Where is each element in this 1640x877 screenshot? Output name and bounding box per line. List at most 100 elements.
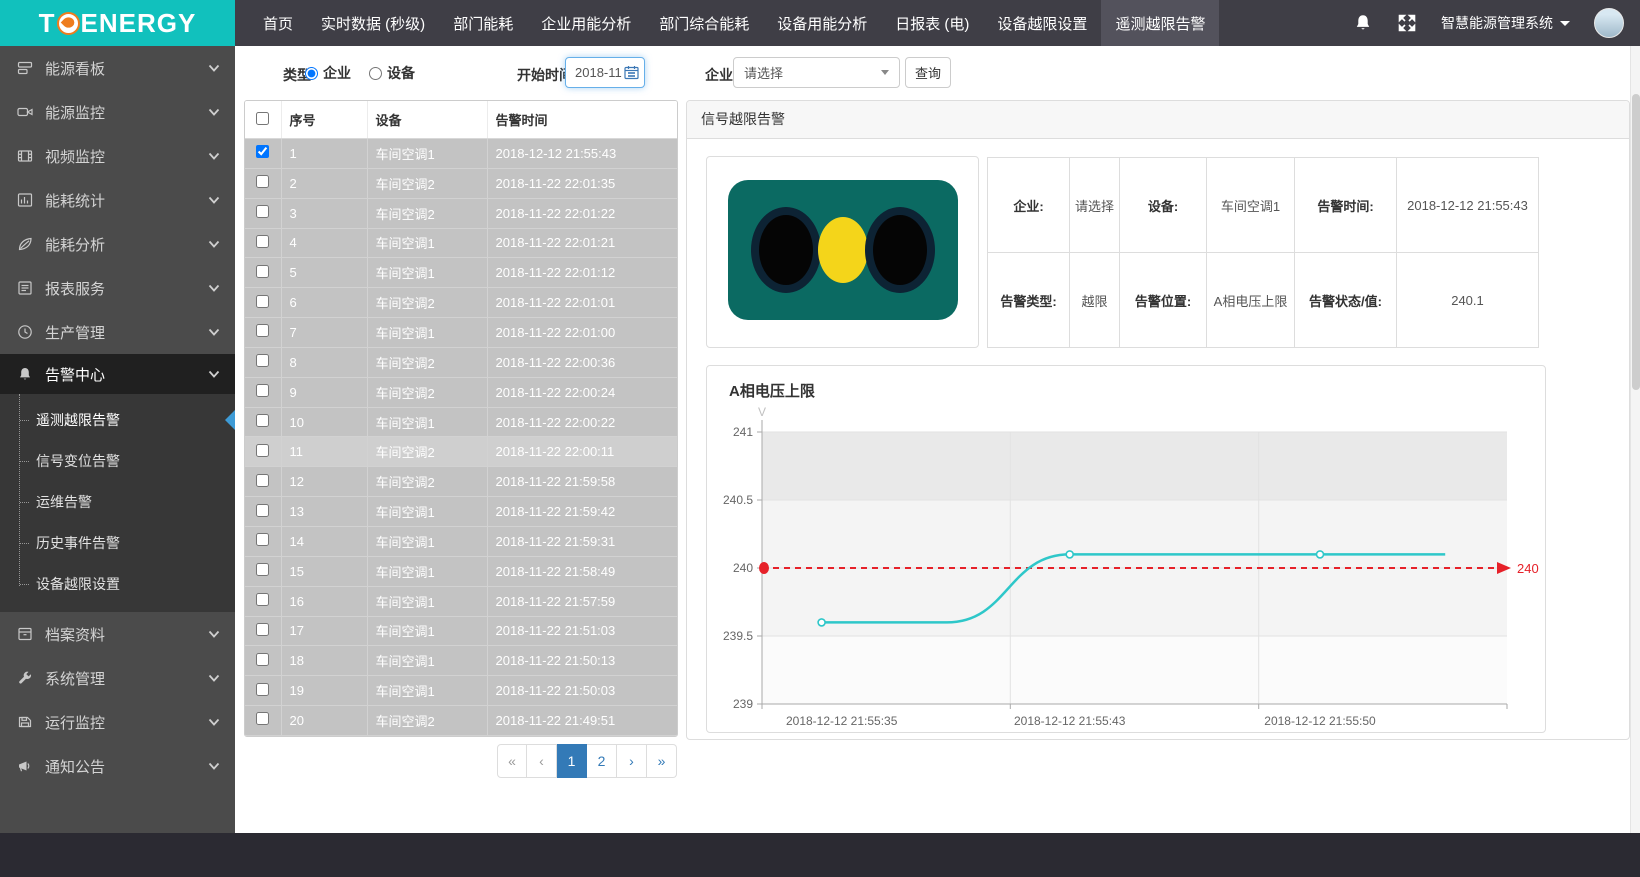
topnav-item-4[interactable]: 企业用能分析	[527, 0, 645, 46]
sidebar-item-2[interactable]: 能源监控	[0, 90, 235, 134]
info-value: 2018-12-12 21:55:43	[1397, 158, 1539, 253]
row-checkbox[interactable]	[256, 354, 269, 367]
row-checkbox[interactable]	[256, 414, 269, 427]
sidebar-item-10[interactable]: 系统管理	[0, 656, 235, 700]
type-radio-input-1[interactable]	[305, 67, 318, 80]
sidebar-subitem-2[interactable]: 信号变位告警	[0, 440, 235, 481]
table-row[interactable]: 15车间空调12018-11-22 21:58:49	[245, 556, 678, 586]
table-row[interactable]: 6车间空调22018-11-22 22:01:01	[245, 288, 678, 318]
topnav-item-5[interactable]: 部门综合能耗	[645, 0, 763, 46]
row-checkbox[interactable]	[256, 324, 269, 337]
table-row[interactable]: 2车间空调22018-11-22 22:01:35	[245, 168, 678, 198]
sidebar-subitem-4[interactable]: 历史事件告警	[0, 522, 235, 563]
page-button-6[interactable]: »	[647, 744, 677, 778]
topnav-item-1[interactable]: 首页	[249, 0, 307, 46]
table-row[interactable]: 14车间空调12018-11-22 21:59:31	[245, 526, 678, 556]
table-row[interactable]: 20车间空调22018-11-22 21:49:51	[245, 706, 678, 736]
table-row[interactable]: 13车间空调12018-11-22 21:59:42	[245, 497, 678, 527]
topnav-item-7[interactable]: 日报表 (电)	[881, 0, 983, 46]
row-checkbox[interactable]	[256, 533, 269, 546]
topnav-item-3[interactable]: 部门能耗	[439, 0, 527, 46]
clock-icon	[17, 324, 33, 340]
table-row[interactable]: 5车间空调12018-11-22 22:01:12	[245, 258, 678, 288]
system-name-menu[interactable]: 智慧能源管理系统	[1441, 13, 1570, 33]
sidebar-item-3[interactable]: 视频监控	[0, 134, 235, 178]
type-radio-2[interactable]: 设备	[369, 63, 415, 83]
row-checkbox[interactable]	[256, 265, 269, 278]
row-checkbox[interactable]	[256, 384, 269, 397]
row-checkbox[interactable]	[256, 712, 269, 725]
row-checkbox[interactable]	[256, 235, 269, 248]
row-checkbox[interactable]	[256, 295, 269, 308]
row-checkbox[interactable]	[256, 175, 269, 188]
info-label: 告警位置:	[1120, 253, 1207, 348]
select-all-checkbox[interactable]	[256, 112, 269, 125]
row-checkbox[interactable]	[256, 683, 269, 696]
topnav-item-2[interactable]: 实时数据 (秒级)	[307, 0, 439, 46]
table-row[interactable]: 3车间空调22018-11-22 22:01:22	[245, 198, 678, 228]
table-row[interactable]: 11车间空调22018-11-22 22:00:11	[245, 437, 678, 467]
cell-device: 车间空调2	[367, 347, 487, 377]
sidebar-item-11[interactable]: 运行监控	[0, 700, 235, 744]
table-row[interactable]: 1车间空调12018-12-12 21:55:43	[245, 139, 678, 169]
row-checkbox[interactable]	[256, 205, 269, 218]
sidebar-subitem-3[interactable]: 运维告警	[0, 481, 235, 522]
row-checkbox[interactable]	[256, 504, 269, 517]
sidebar-item-1[interactable]: 能源看板	[0, 46, 235, 90]
chevron-down-icon	[207, 627, 221, 641]
page-button-4[interactable]: 2	[587, 744, 617, 778]
type-radio-1[interactable]: 企业	[305, 63, 351, 83]
table-row[interactable]: 4车间空调12018-11-22 22:01:21	[245, 228, 678, 258]
table-row[interactable]: 12车间空调22018-11-22 21:59:58	[245, 467, 678, 497]
scrollbar-thumb[interactable]	[1632, 94, 1640, 390]
page-button-1[interactable]: «	[497, 744, 527, 778]
info-label: 设备:	[1120, 158, 1207, 253]
row-checkbox[interactable]	[256, 653, 269, 666]
table-row[interactable]: 8车间空调22018-11-22 22:00:36	[245, 347, 678, 377]
cell-device: 车间空调2	[367, 198, 487, 228]
row-checkbox[interactable]	[256, 623, 269, 636]
topnav-item-8[interactable]: 设备越限设置	[983, 0, 1101, 46]
cell-device: 车间空调1	[367, 676, 487, 706]
sidebar-subitem-1[interactable]: 遥测越限告警	[0, 399, 235, 440]
search-button[interactable]: 查询	[905, 57, 951, 88]
column-header-1: 序号	[281, 101, 367, 139]
sidebar-item-8[interactable]: 告警中心	[0, 354, 235, 394]
user-avatar[interactable]	[1594, 8, 1624, 38]
table-row[interactable]: 10车间空调12018-11-22 22:00:22	[245, 407, 678, 437]
row-checkbox[interactable]	[256, 563, 269, 576]
sidebar-item-6[interactable]: 报表服务	[0, 266, 235, 310]
page-button-5[interactable]: ›	[617, 744, 647, 778]
cell-time: 2018-11-22 22:01:01	[487, 288, 678, 318]
sidebar-item-7[interactable]: 生产管理	[0, 310, 235, 354]
sidebar-item-9[interactable]: 档案资料	[0, 612, 235, 656]
table-row[interactable]: 9车间空调22018-11-22 22:00:24	[245, 377, 678, 407]
table-row[interactable]: 19车间空调12018-11-22 21:50:03	[245, 676, 678, 706]
sidebar-item-label: 视频监控	[45, 146, 207, 167]
row-checkbox[interactable]	[256, 444, 269, 457]
sidebar-item-12[interactable]: 通知公告	[0, 744, 235, 788]
svg-text:V: V	[758, 406, 766, 419]
table-row[interactable]: 17车间空调12018-11-22 21:51:03	[245, 616, 678, 646]
table-row[interactable]: 16车间空调12018-11-22 21:57:59	[245, 586, 678, 616]
company-select[interactable]: 请选择	[733, 57, 900, 88]
fullscreen-icon[interactable]	[1397, 13, 1417, 33]
sidebar-item-5[interactable]: 能耗分析	[0, 222, 235, 266]
type-radio-input-2[interactable]	[369, 67, 382, 80]
bell-icon[interactable]	[1353, 13, 1373, 33]
topbar-right: 智慧能源管理系统	[1353, 0, 1640, 46]
row-checkbox[interactable]	[256, 593, 269, 606]
page-scrollbar[interactable]	[1630, 46, 1640, 833]
topnav-item-6[interactable]: 设备用能分析	[763, 0, 881, 46]
table-row[interactable]: 7车间空调12018-11-22 22:01:00	[245, 318, 678, 348]
row-checkbox[interactable]	[256, 145, 269, 158]
row-checkbox[interactable]	[256, 474, 269, 487]
page-button-3[interactable]: 1	[557, 744, 587, 778]
table-row[interactable]: 18车间空调12018-11-22 21:50:13	[245, 646, 678, 676]
page-button-2[interactable]: ‹	[527, 744, 557, 778]
start-time-input[interactable]	[565, 57, 645, 88]
topnav-item-9[interactable]: 遥测越限告警	[1101, 0, 1219, 46]
sidebar-subitem-5[interactable]: 设备越限设置	[0, 563, 235, 604]
dashboard-icon	[17, 60, 33, 76]
sidebar-item-4[interactable]: 能耗统计	[0, 178, 235, 222]
